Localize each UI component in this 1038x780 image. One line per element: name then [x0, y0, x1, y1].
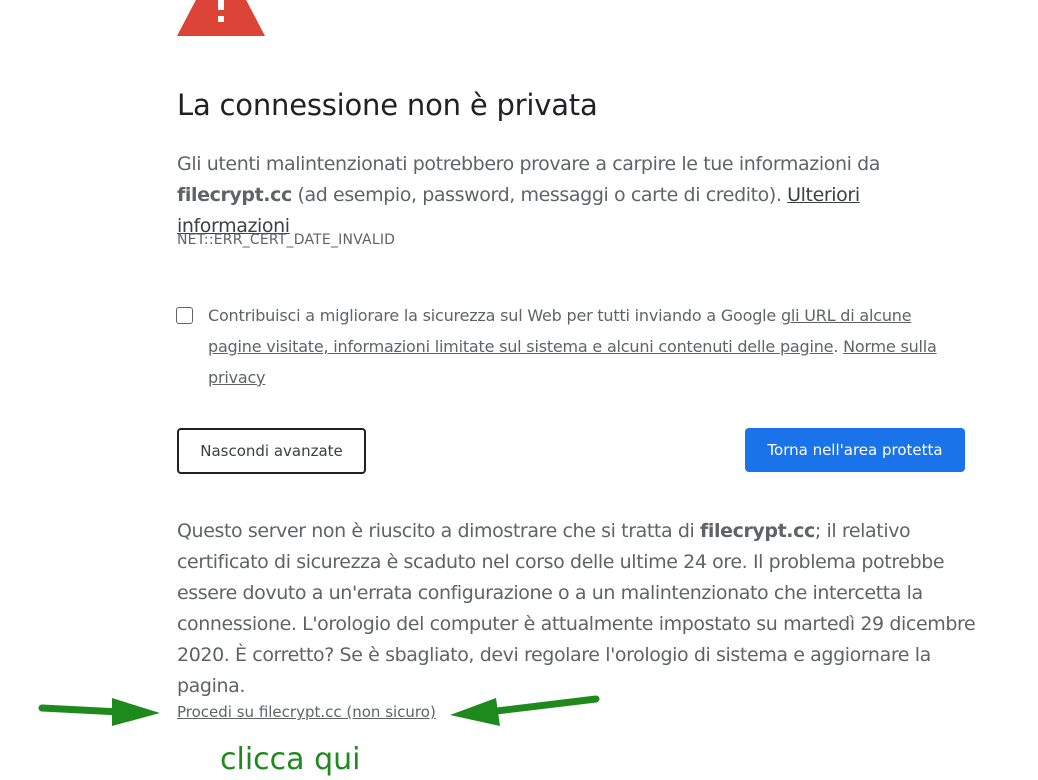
intro-text-suffix: (ad esempio, password, messaggi o carte … [291, 184, 788, 206]
optin-separator: . [833, 337, 844, 356]
intro-domain: filecrypt.cc [177, 184, 292, 206]
error-code: NET::ERR_CERT_DATE_INVALID [177, 232, 396, 248]
optin-text: Contribuisci a migliorare la sicurezza s… [208, 306, 781, 325]
intro-paragraph: Gli utenti malintenzionati potrebbero pr… [177, 149, 977, 242]
click-here-annotation: clicca qui [220, 742, 361, 777]
optin-checkbox[interactable] [176, 307, 193, 324]
arrow-left-icon [450, 695, 600, 726]
back-to-safety-button[interactable]: Torna nell'area protetta [745, 428, 965, 472]
proceed-unsafe-link[interactable]: Procedi su filecrypt.cc (non sicuro) [177, 703, 436, 721]
details-paragraph: Questo server non è riuscito a dimostrar… [177, 516, 977, 702]
hide-advanced-button[interactable]: Nascondi avanzate [177, 428, 366, 474]
details-text-suffix: ; il relativo certificato di sicurezza è… [177, 520, 976, 697]
warning-triangle-icon [177, 0, 265, 36]
arrow-right-icon [38, 698, 160, 726]
optin-label: Contribuisci a migliorare la sicurezza s… [208, 300, 968, 393]
page-title: La connessione non è privata [177, 88, 598, 122]
details-domain: filecrypt.cc [700, 520, 815, 542]
intro-text: Gli utenti malintenzionati potrebbero pr… [177, 153, 881, 175]
details-text: Questo server non è riuscito a dimostrar… [177, 520, 701, 542]
